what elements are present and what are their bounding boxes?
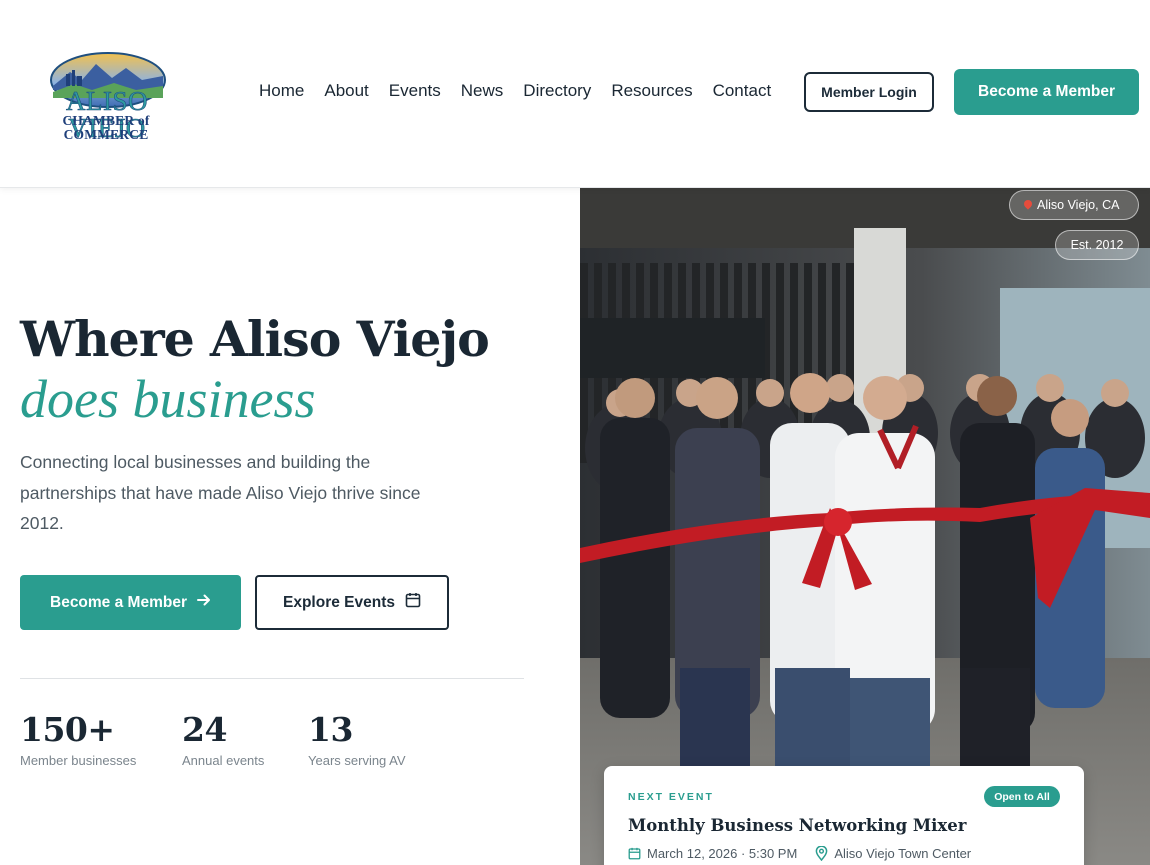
nav-events[interactable]: Events (389, 80, 441, 102)
stat-value: 13 (308, 710, 353, 749)
location-chip: Aliso Viejo, CA (1009, 190, 1139, 220)
arrow-right-icon (196, 593, 211, 612)
nav-resources[interactable]: Resources (611, 80, 692, 102)
calendar-icon (628, 847, 641, 860)
stat-label: Years serving AV (308, 753, 406, 768)
explore-events-label: Explore Events (283, 593, 395, 611)
stat-label: Member businesses (20, 753, 137, 768)
member-login-button[interactable]: Member Login (804, 72, 934, 112)
hero-title-emphasis: does business (20, 369, 316, 429)
next-event-label: NEXT EVENT (628, 791, 714, 803)
open-to-all-badge: Open to All (984, 786, 1060, 807)
established-chip: Est. 2012 (1055, 230, 1139, 260)
event-title[interactable]: Monthly Business Networking Mixer (628, 816, 966, 835)
stats-divider (20, 678, 524, 679)
next-event-card[interactable]: NEXT EVENT Open to All Monthly Business … (604, 766, 1084, 865)
hero-description: Connecting local businesses and building… (20, 452, 421, 533)
stat-label: Annual events (182, 753, 265, 768)
logo-subtitle: CHAMBER of COMMERCE (62, 113, 150, 142)
location-pin-icon (815, 846, 828, 861)
stat-value: 150+ (20, 710, 115, 749)
location-chip-label: Aliso Viejo, CA (1037, 198, 1120, 212)
site-header: ALISO VIEJO CHAMBER of COMMERCE Home Abo… (0, 0, 1150, 188)
become-member-header-button[interactable]: Become a Member (954, 69, 1139, 115)
calendar-icon (405, 592, 421, 613)
stat-value: 24 (182, 710, 227, 749)
nav-home[interactable]: Home (259, 80, 304, 102)
main-nav: Home About Events News Directory Resourc… (259, 80, 791, 102)
nav-contact[interactable]: Contact (713, 80, 772, 102)
hero-title: Where Aliso Viejo (20, 310, 490, 368)
stat-years: 13 Years serving AV (308, 708, 406, 770)
nav-about[interactable]: About (324, 80, 368, 102)
established-chip-label: Est. 2012 (1070, 238, 1124, 252)
explore-events-button[interactable]: Explore Events (255, 575, 449, 630)
map-pin-icon (1024, 200, 1032, 210)
stat-events: 24 Annual events (182, 708, 264, 770)
event-datetime: March 12, 2026 · 5:30 PM (647, 846, 798, 861)
chamber-logo[interactable]: ALISO VIEJO CHAMBER of COMMERCE (22, 50, 192, 142)
become-member-button[interactable]: Become a Member (20, 575, 241, 630)
event-location: Aliso Viejo Town Center (834, 846, 972, 861)
ribbon-cutting-photo: Aliso Viejo, CA Est. 2012 (580, 188, 1150, 865)
ribbon-cutting-illustration (580, 188, 1150, 865)
nav-news[interactable]: News (461, 80, 504, 102)
event-meta: March 12, 2026 · 5:30 PM Aliso Viejo Tow… (628, 846, 971, 861)
stat-members: 150+ Member businesses (20, 708, 136, 770)
become-member-label: Become a Member (50, 593, 187, 611)
nav-directory[interactable]: Directory (523, 80, 591, 102)
